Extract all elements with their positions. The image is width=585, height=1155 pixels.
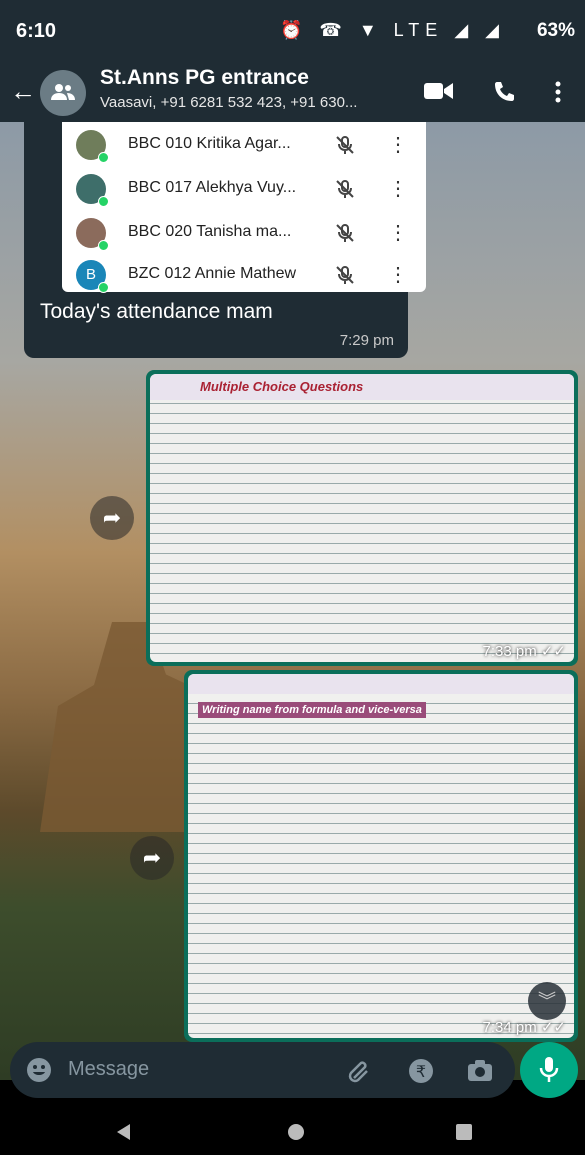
chat-header: ← St.Anns PG entrance Vaasavi, +91 6281 …	[0, 62, 585, 122]
clock: 6:10	[16, 20, 57, 42]
system-nav-bar	[0, 1106, 585, 1155]
mic-off-icon	[336, 180, 354, 198]
page-heading: Writing name from formula and vice-versa	[198, 702, 426, 718]
participant-row: BBC 017 Alekhya Vuy... ⋮	[62, 168, 426, 210]
status-bar: 6:10 ⏰ ☎ ▼ LTE ◢ ◢ 63%	[0, 0, 585, 62]
status-icons: ⏰ ☎ ▼ LTE ◢ ◢	[279, 20, 505, 40]
emoji-icon[interactable]	[26, 1057, 52, 1083]
battery-level: 63%	[536, 20, 575, 41]
mic-off-icon	[336, 224, 354, 242]
camera-icon[interactable]	[466, 1058, 494, 1084]
group-members[interactable]: Vaasavi, +91 6281 532 423, +91 630...	[100, 94, 357, 111]
microphone-icon	[539, 1057, 559, 1082]
image-message[interactable]: Writing name from formula and vice-versa…	[184, 670, 578, 1042]
message-time: 7:33 pm ✓✓	[482, 643, 566, 660]
more-options-icon[interactable]	[554, 80, 562, 104]
mic-off-icon	[336, 266, 354, 284]
chat-area[interactable]: BBC 010 Kritika Agar... ⋮ BBC 017 Alekhy…	[0, 122, 585, 1080]
back-arrow-icon[interactable]: ←	[10, 76, 36, 107]
message-input[interactable]: Message	[68, 1058, 149, 1081]
voice-message-button[interactable]	[520, 1042, 578, 1098]
participant-row: B BZC 012 Annie Mathew ⋮	[62, 254, 426, 296]
payment-icon[interactable]: ₹	[408, 1058, 434, 1084]
textbook-photo: Writing name from formula and vice-versa	[188, 674, 574, 1038]
participant-row: BBC 020 Tanisha ma... ⋮	[62, 212, 426, 254]
more-options-icon: ⋮	[388, 178, 408, 200]
more-options-icon: ⋮	[388, 222, 408, 244]
online-dot	[98, 282, 109, 293]
mic-off-icon	[336, 136, 354, 154]
group-icon	[51, 84, 75, 100]
participant-row: BBC 010 Kritika Agar... ⋮	[62, 124, 426, 166]
more-options-icon: ⋮	[388, 134, 408, 156]
group-avatar[interactable]	[40, 70, 86, 116]
participant-name: BBC 017 Alekhya Vuy...	[128, 179, 297, 196]
message-time: 7:29 pm	[339, 332, 394, 349]
group-title[interactable]: St.Anns PG entrance	[100, 66, 309, 90]
svg-text:₹: ₹	[416, 1062, 426, 1081]
forward-icon[interactable]: ➦	[130, 836, 174, 880]
online-dot	[98, 152, 109, 163]
participant-name: BZC 012 Annie Mathew	[128, 265, 297, 282]
online-dot	[98, 196, 109, 207]
nav-back-icon[interactable]	[114, 1122, 134, 1142]
page-heading-band	[188, 674, 574, 694]
textbook-photo: Multiple Choice Questions	[150, 374, 574, 662]
nav-recents-icon[interactable]	[454, 1122, 474, 1142]
message-bubble[interactable]: BBC 010 Kritika Agar... ⋮ BBC 017 Alekhy…	[24, 122, 426, 358]
participant-name: BBC 020 Tanisha ma...	[128, 223, 292, 240]
message-text: Today's attendance mam	[40, 300, 273, 323]
message-composer[interactable]: Message ₹	[10, 1042, 515, 1098]
video-call-icon[interactable]	[424, 80, 454, 102]
image-message[interactable]: Multiple Choice Questions 7:33 pm ✓✓	[146, 370, 578, 666]
nav-home-icon[interactable]	[286, 1122, 306, 1142]
page-heading: Multiple Choice Questions	[200, 379, 364, 394]
phone-call-icon[interactable]	[492, 80, 516, 104]
forward-icon[interactable]: ➦	[90, 496, 134, 540]
more-options-icon: ⋮	[388, 264, 408, 286]
scroll-down-icon[interactable]: ︾	[528, 982, 566, 1020]
attach-icon[interactable]	[346, 1058, 372, 1084]
participants-screenshot: BBC 010 Kritika Agar... ⋮ BBC 017 Alekhy…	[62, 122, 426, 293]
message-time: 7:34 pm ✓✓	[482, 1019, 566, 1036]
participant-name: BBC 010 Kritika Agar...	[128, 135, 291, 152]
online-dot	[98, 240, 109, 251]
